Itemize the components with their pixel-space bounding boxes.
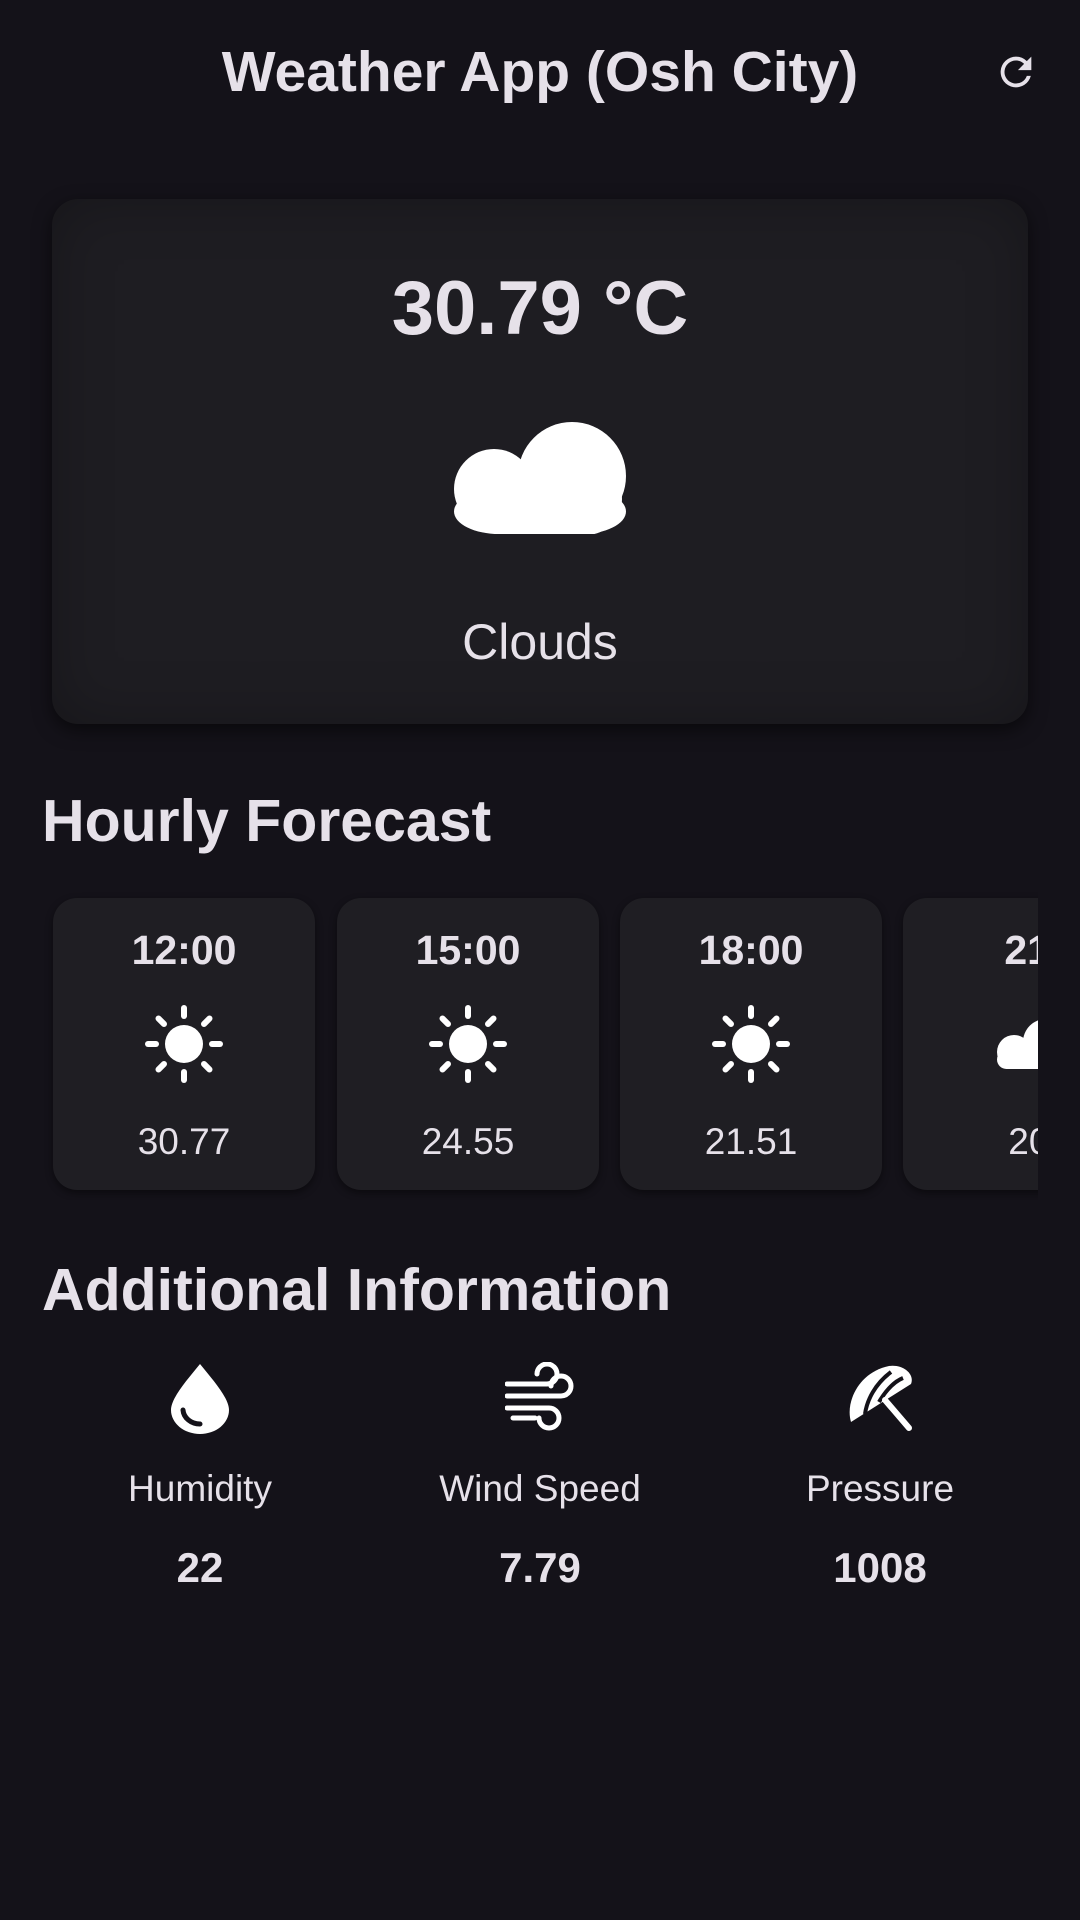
humidity-label: Humidity [128, 1468, 272, 1509]
sun-icon [145, 1005, 223, 1083]
app-bar: Weather App (Osh City) [0, 0, 1080, 150]
wind-speed-label: Wind Speed [439, 1468, 641, 1509]
humidity-info: Humidity 22 [40, 1355, 360, 1595]
current-weather-card: 30.79 °C Clouds [52, 199, 1028, 724]
hourly-forecast-card[interactable]: 21: 20. [903, 898, 1038, 1190]
forecast-temperature: 21.51 [704, 1121, 798, 1162]
app-title: Weather App (Osh City) [221, 40, 859, 104]
pressure-value: 1008 [833, 1544, 927, 1591]
sun-icon [429, 1005, 507, 1083]
sun-icon [712, 1005, 790, 1083]
wind-icon [505, 1362, 574, 1431]
refresh-icon [1000, 56, 1032, 88]
refresh-button[interactable] [984, 40, 1048, 104]
cloud-icon [997, 1020, 1038, 1069]
weather-app-screen: Weather App (Osh City) 30.79 °C Clouds H… [0, 0, 1080, 1920]
beach-umbrella-icon [849, 1365, 912, 1431]
hourly-forecast-title: Hourly Forecast [42, 788, 492, 854]
forecast-temperature: 20. [1008, 1121, 1038, 1162]
hourly-forecast-card[interactable]: 18:00 21.51 [620, 898, 882, 1190]
current-condition: Clouds [462, 614, 618, 670]
additional-information-title: Additional Information [42, 1257, 672, 1323]
pressure-info: Pressure 1008 [720, 1355, 1040, 1595]
forecast-time: 18:00 [698, 927, 804, 973]
wind-speed-info: Wind Speed 7.79 [380, 1355, 700, 1595]
hourly-forecast-card[interactable]: 15:00 24.55 [337, 898, 599, 1190]
wind-speed-value: 7.79 [499, 1544, 581, 1591]
forecast-time: 21: [1004, 927, 1038, 973]
hourly-forecast-list[interactable]: 12:00 30.77 15:00 24.55 18:00 21.51 2 2 [42, 890, 1038, 1200]
hourly-forecast-card[interactable]: 12:00 30.77 [53, 898, 315, 1190]
water-drop-icon [171, 1364, 229, 1434]
cloud-icon [454, 422, 626, 534]
humidity-value: 22 [176, 1544, 224, 1591]
forecast-temperature: 30.77 [137, 1121, 231, 1162]
current-temperature: 30.79 °C [391, 266, 689, 351]
forecast-temperature: 24.55 [421, 1121, 515, 1162]
pressure-label: Pressure [805, 1468, 955, 1509]
forecast-time: 15:00 [415, 927, 521, 973]
forecast-time: 12:00 [131, 927, 237, 973]
